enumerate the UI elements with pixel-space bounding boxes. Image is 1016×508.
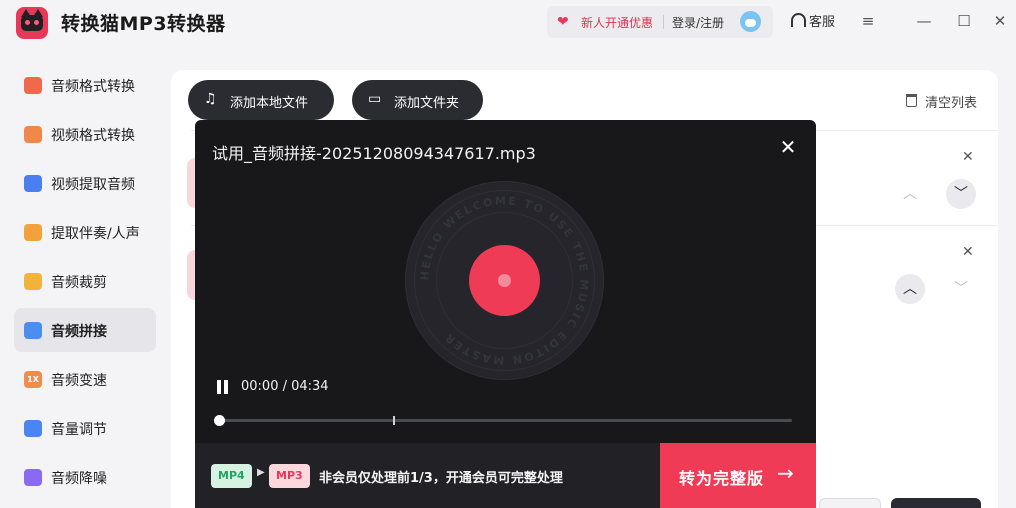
remove-row-icon[interactable]: ✕ [962, 149, 974, 165]
close-window-icon[interactable]: ✕ [989, 10, 1011, 32]
progress-handle[interactable] [214, 415, 225, 426]
sidebar-item-speed[interactable]: 1X 音频变速 [14, 357, 156, 401]
vip-heart-icon: ❤ [557, 14, 569, 30]
avatar[interactable] [740, 11, 761, 32]
arrow-right-icon: → [777, 461, 794, 485]
sidebar-item-label: 音频拼接 [51, 324, 107, 340]
trial-notice: 非会员仅处理前1/3，开通会员可完整处理 [319, 471, 563, 486]
sidebar-item-cut[interactable]: 音频裁剪 [14, 259, 156, 303]
title-bar: 转换猫MP3转换器 ❤ 新人开通优惠 登录/注册 客服 ≡ — ☐ ✕ [0, 0, 1016, 48]
source-format-badge: MP4 [211, 464, 252, 488]
logo-eye-right [34, 20, 39, 25]
vocal-icon [24, 224, 42, 241]
pause-icon-bar [224, 380, 228, 394]
sidebar-item-label: 视频格式转换 [51, 128, 135, 144]
file-thumb [187, 158, 195, 208]
pause-icon-bar [217, 380, 221, 394]
trash-icon[interactable] [906, 94, 917, 107]
merge-icon [24, 322, 42, 339]
app-logo-icon [16, 7, 48, 39]
chevron-down-icon[interactable]: ﹀ [946, 179, 976, 209]
add-local-file-button[interactable]: ♫ 添加本地文件 [188, 80, 334, 120]
remove-row-icon[interactable]: ✕ [962, 244, 974, 260]
sidebar-item-label: 视频提取音频 [51, 177, 135, 193]
file-thumb [187, 250, 195, 300]
bottom-option-button[interactable] [819, 498, 881, 508]
sidebar-item-denoise[interactable]: 音频降噪 [14, 455, 156, 499]
player-modal: 试用_音频拼接-20251208094347617.mp3 ✕ HELLO WE… [195, 120, 816, 508]
speed-icon: 1X [24, 371, 42, 388]
sidebar-item-video-format[interactable]: 视频格式转换 [14, 112, 156, 156]
pause-button[interactable] [215, 378, 231, 396]
sidebar-item-label: 提取伴奏/人声 [51, 226, 140, 242]
trial-limit-marker [393, 416, 396, 425]
headset-icon[interactable] [791, 13, 806, 27]
chevron-down-icon[interactable]: ﹀ [946, 274, 976, 304]
volume-icon [24, 420, 42, 437]
chevron-up-icon[interactable]: ︿ [895, 274, 925, 304]
bottom-start-button[interactable] [891, 498, 981, 508]
logo-eye-left [25, 20, 30, 25]
target-format-badge: MP3 [269, 464, 310, 488]
sidebar-item-extract-audio[interactable]: 视频提取音频 [14, 161, 156, 205]
upgrade-full-button[interactable]: 转为完整版 → [660, 443, 816, 508]
player-footer: MP4 ▶ MP3 非会员仅处理前1/3，开通会员可完整处理 转为完整版 → [195, 443, 816, 508]
menu-icon[interactable]: ≡ [857, 10, 879, 32]
promo-bar: ❤ 新人开通优惠 登录/注册 [547, 6, 773, 38]
sidebar-item-merge[interactable]: 音频拼接 [14, 308, 156, 352]
promo-divider [663, 15, 664, 29]
maximize-icon[interactable]: ☐ [953, 10, 975, 32]
cut-icon [24, 273, 42, 290]
add-folder-button[interactable]: ▭ 添加文件夹 [352, 80, 483, 120]
video-format-icon [24, 126, 42, 143]
chevron-up-icon[interactable]: ︿ [895, 179, 925, 209]
customer-service-link[interactable]: 客服 [809, 11, 835, 30]
folder-add-icon: ▭ [368, 91, 382, 107]
sidebar-item-label: 音量调节 [51, 422, 107, 438]
app-title: 转换猫MP3转换器 [61, 13, 226, 35]
arrow-right-icon: ▶ [257, 467, 265, 478]
extract-audio-icon [24, 175, 42, 192]
sidebar-item-vocal[interactable]: 提取伴奏/人声 [14, 210, 156, 254]
disc-hole [498, 274, 511, 287]
sidebar-item-label: 音频变速 [51, 373, 107, 389]
promo-link[interactable]: 新人开通优惠 [581, 14, 653, 31]
add-local-file-label: 添加本地文件 [230, 96, 309, 111]
denoise-icon [24, 469, 42, 486]
vinyl-disc: HELLO WELCOME TO USE THE MUSIC EDITON MA… [406, 182, 603, 379]
minimize-icon[interactable]: — [913, 10, 935, 32]
music-add-icon: ♫ [204, 91, 217, 107]
sidebar-item-label: 音频裁剪 [51, 275, 107, 291]
sidebar-item-volume[interactable]: 音量调节 [14, 406, 156, 450]
sidebar-item-audio-format[interactable]: 音频格式转换 [14, 63, 156, 107]
player-title: 试用_音频拼接-20251208094347617.mp3 [212, 144, 536, 163]
disc-label [469, 245, 540, 316]
upgrade-label: 转为完整版 [679, 469, 765, 488]
close-icon[interactable]: ✕ [777, 136, 799, 158]
sidebar-item-label: 音频降噪 [51, 471, 107, 487]
sidebar-item-label: 音频格式转换 [51, 79, 135, 95]
time-display: 00:00 / 04:34 [241, 379, 329, 394]
progress-track[interactable] [218, 419, 792, 422]
audio-format-icon [24, 77, 42, 94]
login-link[interactable]: 登录/注册 [672, 14, 724, 31]
clear-list-button[interactable]: 清空列表 [925, 92, 977, 111]
add-folder-label: 添加文件夹 [394, 96, 460, 111]
